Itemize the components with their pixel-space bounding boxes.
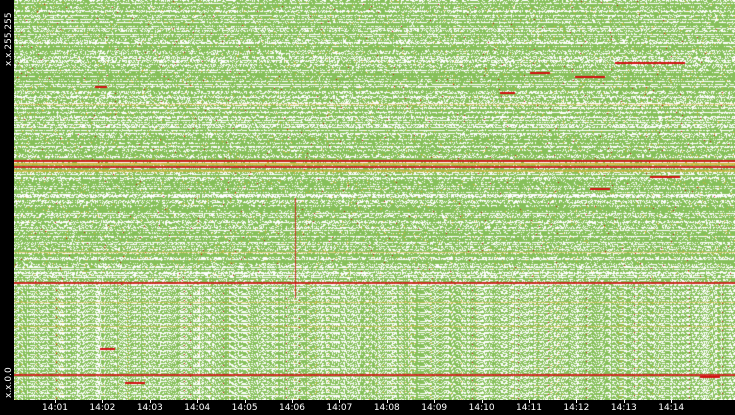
x-tick-label: 14:06 <box>279 403 305 413</box>
x-tick-label: 14:05 <box>231 403 258 413</box>
x-tick-label: 14:10 <box>468 403 495 413</box>
x-tick-label: 14:11 <box>516 403 542 413</box>
x-tick-label: 14:09 <box>421 403 448 413</box>
x-tick-label: 14:08 <box>373 403 400 413</box>
x-tick-label: 14:04 <box>184 403 211 413</box>
x-tick-label: 14:13 <box>610 403 637 413</box>
y-axis: x.x.255.255 x.x.0.0 <box>0 0 14 400</box>
x-tick-label: 14:02 <box>89 403 116 413</box>
x-tick-label: 14:14 <box>658 403 685 413</box>
x-tick-label: 14:12 <box>563 403 590 413</box>
ip-activity-heatmap[interactable] <box>14 0 735 400</box>
x-axis: 14:01 14:02 14:03 14:04 14:05 14:06 14:07 14:08… <box>14 400 735 415</box>
x-tick-label: 14:07 <box>326 403 353 413</box>
x-tick-label: 14:01 <box>42 403 68 413</box>
x-tick-label: 14:03 <box>136 403 163 413</box>
